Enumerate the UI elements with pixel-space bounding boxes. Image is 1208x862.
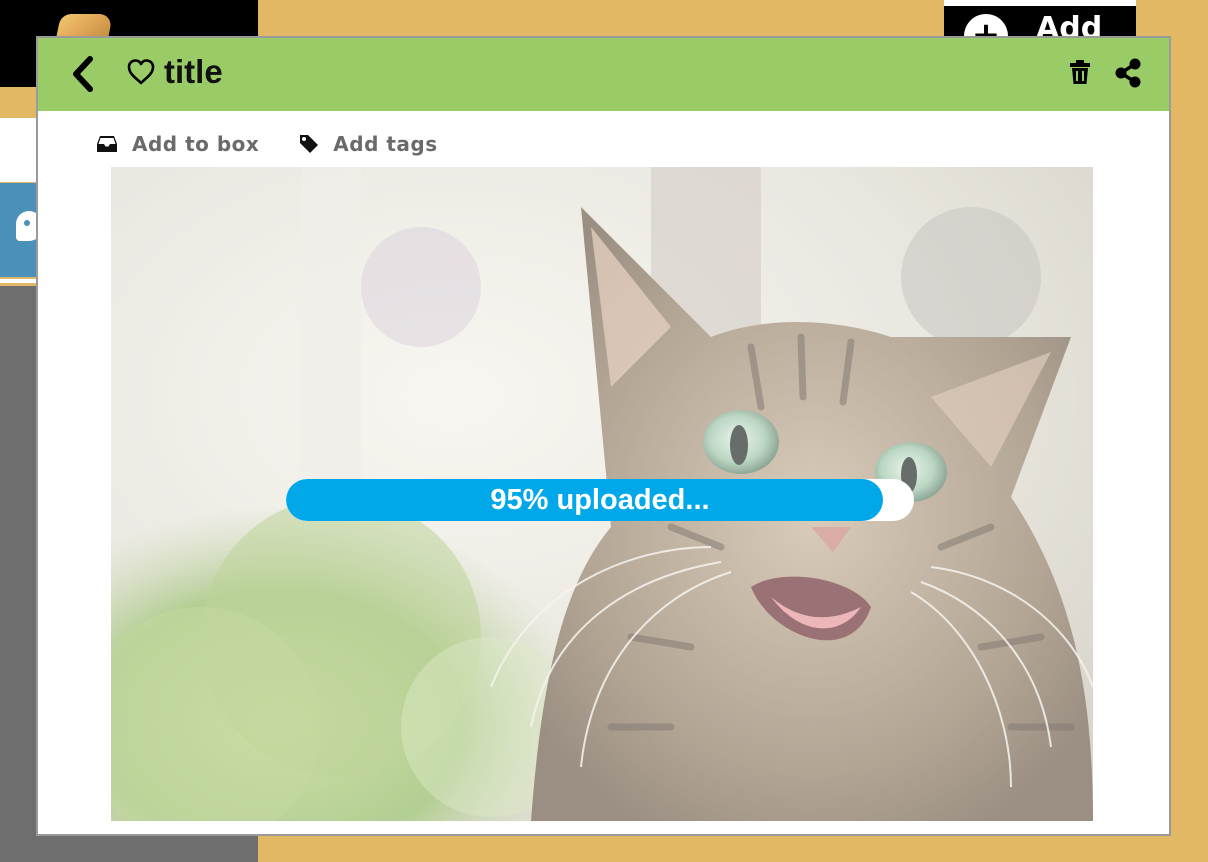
heart-outline-icon (127, 59, 155, 85)
add-tags-button[interactable]: Add tags (299, 132, 437, 156)
favorite-button[interactable] (126, 58, 156, 86)
add-to-box-label: Add to box (132, 132, 260, 156)
sidebar-divider (0, 279, 40, 283)
back-button[interactable] (64, 54, 102, 94)
trash-icon (1070, 60, 1090, 84)
share-button[interactable] (1114, 58, 1142, 88)
add-tags-label: Add tags (333, 132, 438, 156)
upload-progress-bar: 95% uploaded... (286, 479, 914, 521)
photo-toolbar: Add to box Add tags (96, 128, 478, 160)
share-icon (1115, 58, 1141, 88)
delete-button[interactable] (1069, 58, 1091, 86)
page-title[interactable]: title (164, 50, 223, 94)
add-button[interactable]: + Add (944, 0, 1136, 58)
photo-detail-modal: title Add to box Add tags 95% uploaded..… (36, 36, 1171, 836)
modal-header: title (38, 38, 1169, 111)
inbox-icon (97, 136, 117, 152)
add-to-box-button[interactable]: Add to box (96, 132, 259, 156)
upload-status-text: 95% uploaded... (490, 484, 710, 516)
tag-icon (300, 135, 319, 153)
chevron-left-icon (73, 56, 93, 92)
